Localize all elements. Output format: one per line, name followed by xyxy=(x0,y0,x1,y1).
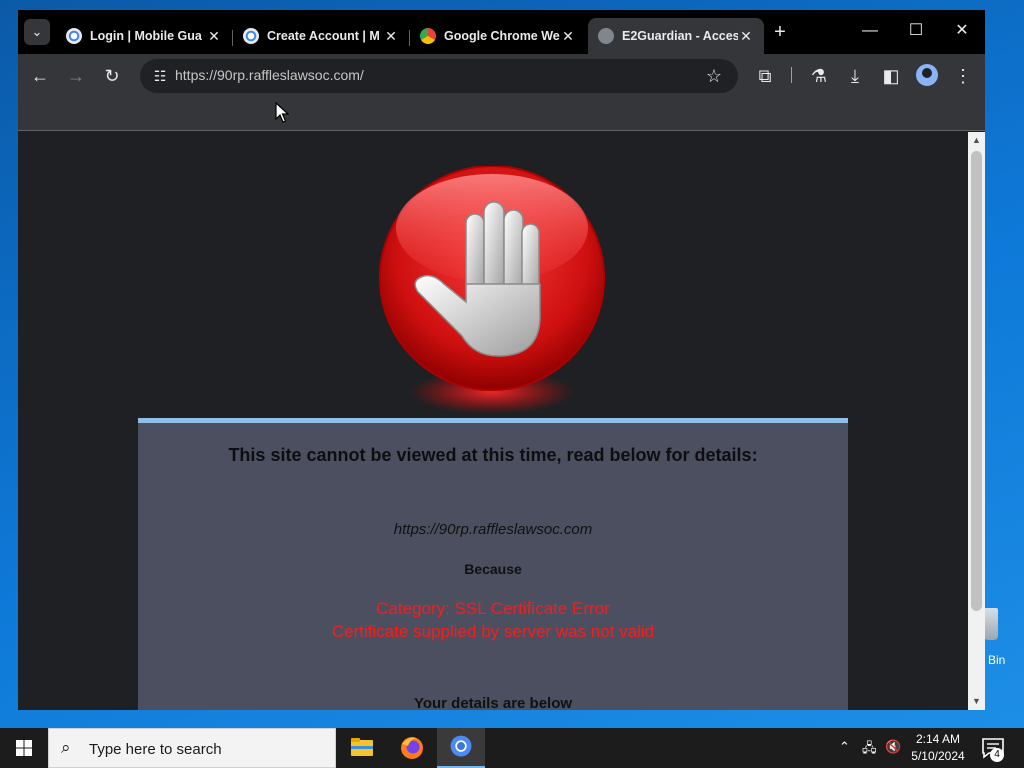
close-icon: ✕ xyxy=(955,22,969,39)
puzzle-icon: ⧉ xyxy=(758,66,772,86)
reload-button[interactable]: ↻ xyxy=(100,64,124,88)
extensions-button[interactable]: ⧉ xyxy=(753,64,777,88)
block-reason: Certificate supplied by server was not v… xyxy=(331,622,655,641)
chromium-icon xyxy=(66,28,82,44)
kebab-menu-icon: ⋮ xyxy=(954,66,972,86)
block-heading: This site cannot be viewed at this time,… xyxy=(228,445,758,465)
file-explorer-icon[interactable] xyxy=(338,728,386,768)
firefox-icon[interactable] xyxy=(388,728,436,768)
system-clock[interactable]: 2:14 AM 5/10/2024 xyxy=(906,731,970,765)
desktop-icon[interactable] xyxy=(0,238,18,264)
network-icon[interactable]: 🖧 xyxy=(862,739,877,761)
desktop-icon[interactable] xyxy=(0,140,18,166)
tab-create-account[interactable]: Create Account | M ✕ xyxy=(233,18,409,54)
clock-date: 5/10/2024 xyxy=(911,749,965,763)
tab-title: Google Chrome We xyxy=(444,29,560,43)
globe-icon xyxy=(598,28,614,44)
chromium-taskbar-icon[interactable] xyxy=(437,728,485,768)
minimize-button[interactable]: — xyxy=(847,20,893,42)
bookmarks-bar xyxy=(18,98,985,131)
tab-login[interactable]: Login | Mobile Gua ✕ xyxy=(56,18,232,54)
new-tab-button[interactable]: + xyxy=(768,21,792,45)
downloads-button[interactable]: ⤓ xyxy=(843,64,867,88)
stop-hand-icon xyxy=(379,166,605,414)
volume-muted-icon[interactable]: 🔇 xyxy=(885,739,901,755)
reload-icon: ↻ xyxy=(104,66,120,86)
scroll-up-icon[interactable]: ▲ xyxy=(968,132,985,149)
close-icon[interactable]: ✕ xyxy=(383,28,399,45)
labs-button[interactable]: ⚗ xyxy=(807,64,831,88)
download-icon: ⤓ xyxy=(851,66,859,86)
tab-e2guardian[interactable]: E2Guardian - Acces ✕ xyxy=(588,18,764,54)
side-panel-icon: ◧ xyxy=(882,66,900,86)
chevron-down-icon: ⌄ xyxy=(31,24,43,39)
recycle-bin[interactable]: Bin xyxy=(982,608,1022,668)
tab-chrome-web-store[interactable]: Google Chrome We ✕ xyxy=(410,18,586,54)
chromium-icon xyxy=(243,28,259,44)
taskbar: ⌕ Type here to search ⌃ 🖧 🔇 2:14 AM 5/10… xyxy=(0,728,1024,768)
tab-title: Login | Mobile Gua xyxy=(90,29,202,43)
recycle-bin-icon xyxy=(984,608,998,640)
tab-search-button[interactable]: ⌄ xyxy=(24,19,50,45)
mouse-cursor-icon xyxy=(275,102,289,123)
profile-avatar[interactable] xyxy=(916,64,938,86)
chevron-up-icon[interactable]: ⌃ xyxy=(839,739,850,755)
maximize-button[interactable]: ☐ xyxy=(893,20,939,42)
close-window-button[interactable]: ✕ xyxy=(939,20,985,42)
side-panel-button[interactable]: ◧ xyxy=(879,64,903,88)
arrow-right-icon: → xyxy=(67,66,85,86)
menu-button[interactable]: ⋮ xyxy=(951,64,975,88)
scroll-down-icon[interactable]: ▼ xyxy=(968,693,985,710)
clock-time: 2:14 AM xyxy=(915,732,961,746)
forward-button[interactable]: → xyxy=(64,64,88,88)
url-text[interactable]: https://90rp.raffleslawsoc.com/ xyxy=(175,67,364,83)
windows-start-icon[interactable] xyxy=(0,728,48,768)
scroll-thumb[interactable] xyxy=(971,151,982,611)
back-button[interactable]: ← xyxy=(28,64,52,88)
block-message-panel: This site cannot be viewed at this time,… xyxy=(138,418,848,710)
browser-window: ⌄ Login | Mobile Gua ✕ Create Account | … xyxy=(18,10,985,710)
block-category: Category: SSL Certificate Error xyxy=(376,599,610,618)
tab-strip: ⌄ Login | Mobile Gua ✕ Create Account | … xyxy=(18,10,985,54)
minimize-icon: — xyxy=(862,22,878,39)
omnibox[interactable]: ☷ https://90rp.raffleslawsoc.com/ ☆ xyxy=(140,59,738,93)
desktop-icon[interactable] xyxy=(0,436,18,462)
recycle-bin-label: Bin xyxy=(988,653,1006,667)
close-icon[interactable]: ✕ xyxy=(560,28,576,45)
because-label: Because xyxy=(464,561,522,577)
search-placeholder: Type here to search xyxy=(89,741,222,758)
close-icon[interactable]: ✕ xyxy=(738,28,754,45)
taskbar-search[interactable]: ⌕ Type here to search xyxy=(48,728,336,768)
toolbar: ← → ↻ ☷ https://90rp.raffleslawsoc.com/ … xyxy=(18,54,985,98)
chrome-icon xyxy=(420,28,436,44)
page-viewport: This site cannot be viewed at this time,… xyxy=(18,132,968,710)
bookmark-star-icon[interactable]: ☆ xyxy=(702,64,726,88)
desktop-icon[interactable] xyxy=(0,536,18,562)
tab-title: Create Account | M xyxy=(267,29,380,43)
flask-icon: ⚗ xyxy=(810,66,828,86)
vertical-scrollbar[interactable]: ▲ ▼ xyxy=(968,132,985,710)
site-settings-icon[interactable]: ☷ xyxy=(148,64,172,88)
search-icon: ⌕ xyxy=(61,738,71,757)
notification-count-badge: 4 xyxy=(990,748,1004,762)
plus-icon: + xyxy=(774,21,786,43)
maximize-icon: ☐ xyxy=(908,22,924,39)
tab-title: E2Guardian - Acces xyxy=(622,29,738,43)
close-icon[interactable]: ✕ xyxy=(206,28,222,45)
toolbar-divider xyxy=(791,67,792,83)
arrow-left-icon: ← xyxy=(31,66,49,86)
details-label: Your details are below xyxy=(413,695,573,710)
blocked-url: https://90rp.raffleslawsoc.com xyxy=(393,521,593,538)
desktop-icon[interactable] xyxy=(0,336,18,362)
